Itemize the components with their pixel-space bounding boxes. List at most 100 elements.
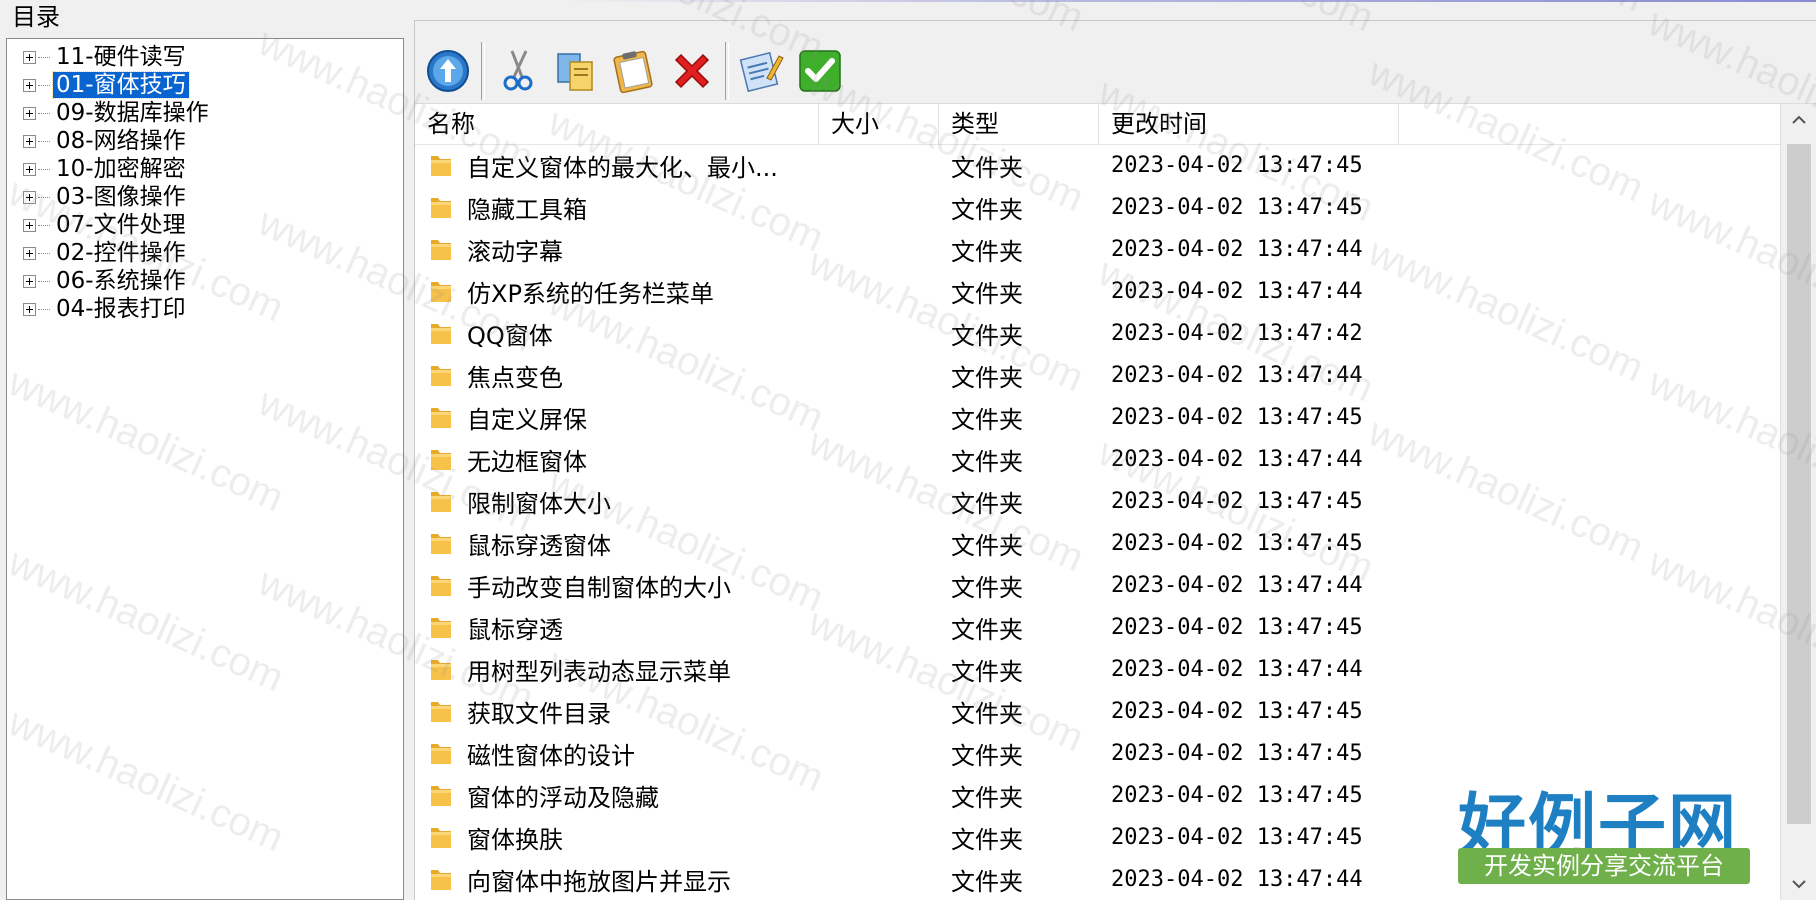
tree-node-label[interactable]: 04-报表打印 xyxy=(53,296,189,322)
up-icon xyxy=(427,50,469,92)
file-browser-window: 目录 11-硬件读写 01-窗体技巧 09-数据库操作 08-网络操作 10-加密解密 0… xyxy=(0,0,1816,900)
file-name-cell: 手动改变自制窗体的大小 xyxy=(415,568,819,603)
tree-node-label[interactable]: 03-图像操作 xyxy=(53,184,189,210)
tree-node[interactable]: 07-文件处理 xyxy=(23,211,212,239)
rename-button[interactable] xyxy=(737,42,787,100)
delete-button[interactable] xyxy=(667,42,717,100)
file-row[interactable]: 仿XP系统的任务栏菜单 文件夹 2023-04-02 13:47:44 xyxy=(415,270,1781,312)
directory-title: 目录 xyxy=(12,3,60,31)
expand-plus-icon[interactable] xyxy=(23,190,36,204)
file-type: 文件夹 xyxy=(951,699,1023,728)
file-list-header: 名称 大小 类型 更改时间 xyxy=(415,104,1781,145)
file-row[interactable]: 鼠标穿透窗体 文件夹 2023-04-02 13:47:45 xyxy=(415,522,1781,564)
tree-node-label[interactable]: 09-数据库操作 xyxy=(53,100,212,126)
file-row[interactable]: 手动改变自制窗体的大小 文件夹 2023-04-02 13:47:44 xyxy=(415,564,1781,606)
up-button[interactable] xyxy=(423,42,473,100)
folder-icon xyxy=(431,786,451,806)
copy-button[interactable] xyxy=(551,42,601,100)
file-modified: 2023-04-02 13:47:44 xyxy=(1111,362,1363,388)
tree-node[interactable]: 10-加密解密 xyxy=(23,155,212,183)
expand-plus-icon[interactable] xyxy=(23,78,36,92)
tree-connector xyxy=(38,168,50,170)
file-type: 文件夹 xyxy=(951,153,1023,182)
file-row[interactable]: 自定义屏保 文件夹 2023-04-02 13:47:45 xyxy=(415,396,1781,438)
tree-node-label[interactable]: 06-系统操作 xyxy=(53,268,189,294)
tree-node[interactable]: 11-硬件读写 xyxy=(23,43,212,71)
folder-icon xyxy=(431,198,451,218)
file-row[interactable]: 焦点变色 文件夹 2023-04-02 13:47:44 xyxy=(415,354,1781,396)
tree-connector xyxy=(38,56,50,58)
expand-plus-icon[interactable] xyxy=(23,134,36,148)
tree-node-label[interactable]: 01-窗体技巧 xyxy=(52,71,190,99)
folder-icon xyxy=(431,828,451,848)
file-name-cell: 获取文件目录 xyxy=(415,694,819,729)
file-row[interactable]: 获取文件目录 文件夹 2023-04-02 13:47:45 xyxy=(415,690,1781,732)
cut-button[interactable] xyxy=(493,42,543,100)
tree-node[interactable]: 03-图像操作 xyxy=(23,183,212,211)
folder-icon xyxy=(431,744,451,764)
column-header-size[interactable]: 大小 xyxy=(819,104,939,144)
toolbar xyxy=(415,31,845,111)
ok-button[interactable] xyxy=(795,42,845,100)
tree-connector xyxy=(38,112,50,114)
directory-tree-panel: 11-硬件读写 01-窗体技巧 09-数据库操作 08-网络操作 10-加密解密 03-图… xyxy=(6,38,404,900)
file-modified: 2023-04-02 13:47:44 xyxy=(1111,572,1363,598)
file-name: 窗体换肤 xyxy=(467,825,563,854)
tree-node-label[interactable]: 02-控件操作 xyxy=(53,240,189,266)
folder-icon xyxy=(431,576,451,596)
tree-node[interactable]: 09-数据库操作 xyxy=(23,99,212,127)
file-row[interactable]: QQ窗体 文件夹 2023-04-02 13:47:42 xyxy=(415,312,1781,354)
tree-node-label[interactable]: 10-加密解密 xyxy=(53,156,189,182)
column-header-modified[interactable]: 更改时间 xyxy=(1099,104,1399,144)
vertical-scrollbar[interactable] xyxy=(1780,104,1816,900)
file-modified: 2023-04-02 13:47:45 xyxy=(1111,488,1363,514)
file-name: 仿XP系统的任务栏菜单 xyxy=(467,279,714,308)
file-row[interactable]: 磁性窗体的设计 文件夹 2023-04-02 13:47:45 xyxy=(415,732,1781,774)
expand-plus-icon[interactable] xyxy=(23,218,36,232)
file-row[interactable]: 自定义窗体的最大化、最小... 文件夹 2023-04-02 13:47:45 xyxy=(415,144,1781,186)
file-name-cell: 限制窗体大小 xyxy=(415,484,819,519)
file-row[interactable]: 用树型列表动态显示菜单 文件夹 2023-04-02 13:47:44 xyxy=(415,648,1781,690)
expand-plus-icon[interactable] xyxy=(23,302,36,316)
scroll-up-icon[interactable] xyxy=(1791,112,1807,128)
file-name-cell: 自定义屏保 xyxy=(415,400,819,435)
column-header-name[interactable]: 名称 xyxy=(415,104,819,144)
file-name-cell: 向窗体中拖放图片并显示 xyxy=(415,862,819,897)
tree-connector xyxy=(38,140,50,142)
expand-plus-icon[interactable] xyxy=(23,50,36,64)
file-type: 文件夹 xyxy=(951,657,1023,686)
expand-plus-icon[interactable] xyxy=(23,246,36,260)
file-row[interactable]: 鼠标穿透 文件夹 2023-04-02 13:47:45 xyxy=(415,606,1781,648)
tree-node-label[interactable]: 08-网络操作 xyxy=(53,128,189,154)
file-row[interactable]: 无边框窗体 文件夹 2023-04-02 13:47:44 xyxy=(415,438,1781,480)
file-type: 文件夹 xyxy=(951,615,1023,644)
tree-node[interactable]: 02-控件操作 xyxy=(23,239,212,267)
file-name-cell: 滚动字幕 xyxy=(415,232,819,267)
expand-plus-icon[interactable] xyxy=(23,106,36,120)
column-header-type[interactable]: 类型 xyxy=(939,104,1099,144)
file-row[interactable]: 窗体的浮动及隐藏 文件夹 2023-04-02 13:47:45 xyxy=(415,774,1781,816)
expand-plus-icon[interactable] xyxy=(23,162,36,176)
file-list: 名称 大小 类型 更改时间 自定义窗体的最大化、最小... 文件夹 2023-04-… xyxy=(415,103,1816,900)
folder-icon xyxy=(431,618,451,638)
file-name: 用树型列表动态显示菜单 xyxy=(467,657,731,686)
file-row[interactable]: 滚动字幕 文件夹 2023-04-02 13:47:44 xyxy=(415,228,1781,270)
file-name: 窗体的浮动及隐藏 xyxy=(467,783,659,812)
scroll-down-icon[interactable] xyxy=(1791,876,1807,892)
paste-button[interactable] xyxy=(609,42,659,100)
file-modified: 2023-04-02 13:47:45 xyxy=(1111,530,1363,556)
expand-plus-icon[interactable] xyxy=(23,274,36,288)
tree-node[interactable]: 04-报表打印 xyxy=(23,295,212,323)
tree-node[interactable]: 01-窗体技巧 xyxy=(23,71,212,99)
scrollbar-thumb[interactable] xyxy=(1787,144,1811,824)
tree-node[interactable]: 06-系统操作 xyxy=(23,267,212,295)
delete-icon xyxy=(674,53,710,89)
tree-node-label[interactable]: 07-文件处理 xyxy=(53,212,189,238)
file-row[interactable]: 向窗体中拖放图片并显示 文件夹 2023-04-02 13:47:44 xyxy=(415,858,1781,900)
file-row[interactable]: 窗体换肤 文件夹 2023-04-02 13:47:45 xyxy=(415,816,1781,858)
file-row[interactable]: 限制窗体大小 文件夹 2023-04-02 13:47:45 xyxy=(415,480,1781,522)
tree-node[interactable]: 08-网络操作 xyxy=(23,127,212,155)
tree-node-label[interactable]: 11-硬件读写 xyxy=(53,44,189,70)
file-row[interactable]: 隐藏工具箱 文件夹 2023-04-02 13:47:45 xyxy=(415,186,1781,228)
file-name-cell: 窗体换肤 xyxy=(415,820,819,855)
